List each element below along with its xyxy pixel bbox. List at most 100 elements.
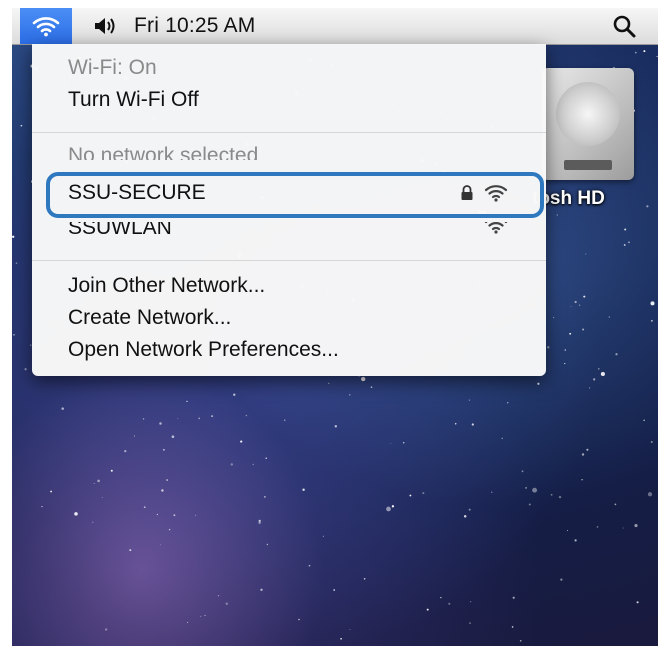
star bbox=[97, 479, 100, 483]
star bbox=[596, 526, 599, 528]
star bbox=[92, 521, 94, 523]
star bbox=[643, 419, 645, 421]
star bbox=[340, 637, 342, 640]
macintosh-hd-icon[interactable]: tosh HD bbox=[532, 68, 658, 228]
star bbox=[501, 437, 503, 439]
star bbox=[166, 479, 168, 481]
star bbox=[583, 295, 586, 298]
star bbox=[634, 524, 638, 528]
wifi-icon bbox=[32, 17, 60, 37]
star bbox=[564, 363, 566, 365]
star bbox=[13, 333, 15, 336]
star bbox=[560, 578, 563, 581]
star bbox=[142, 418, 145, 420]
star bbox=[491, 491, 493, 493]
star bbox=[519, 639, 522, 642]
star bbox=[160, 544, 161, 546]
star bbox=[586, 448, 589, 451]
star bbox=[245, 414, 248, 417]
star bbox=[252, 463, 254, 466]
star bbox=[574, 300, 577, 304]
star bbox=[265, 457, 267, 459]
star bbox=[163, 448, 165, 451]
star bbox=[24, 368, 27, 371]
star bbox=[260, 588, 263, 591]
create-network-item[interactable]: Create Network... bbox=[68, 304, 526, 332]
network-highlight-outline bbox=[46, 172, 544, 218]
star bbox=[422, 492, 425, 495]
star bbox=[615, 353, 618, 356]
star bbox=[391, 505, 395, 508]
star bbox=[600, 371, 605, 377]
star bbox=[211, 415, 214, 418]
star bbox=[656, 55, 658, 58]
star bbox=[168, 528, 171, 531]
star bbox=[104, 628, 108, 631]
star bbox=[512, 596, 515, 599]
star bbox=[349, 394, 351, 396]
turn-wifi-off-item[interactable]: Turn Wi-Fi Off bbox=[68, 86, 526, 114]
wifi-menu-button[interactable] bbox=[20, 8, 72, 44]
star bbox=[124, 449, 127, 453]
star bbox=[370, 386, 373, 388]
star bbox=[552, 316, 555, 319]
star bbox=[186, 400, 188, 402]
spotlight-button[interactable] bbox=[610, 12, 638, 40]
star bbox=[161, 489, 164, 492]
star bbox=[570, 306, 572, 308]
star bbox=[564, 349, 567, 351]
star bbox=[558, 495, 562, 499]
star bbox=[302, 488, 305, 492]
menu-bar: Fri 10:25 AM bbox=[12, 8, 658, 45]
star bbox=[622, 527, 624, 529]
star bbox=[15, 262, 18, 264]
star bbox=[528, 503, 531, 506]
network-item-ssuwlan[interactable]: SSUWLAN bbox=[68, 222, 526, 240]
star bbox=[361, 376, 366, 382]
star bbox=[468, 399, 471, 401]
star bbox=[198, 417, 201, 420]
star bbox=[386, 506, 391, 512]
star bbox=[647, 492, 653, 497]
hard-drive-icon bbox=[542, 68, 634, 180]
join-other-network-item[interactable]: Join Other Network... bbox=[68, 272, 526, 300]
star bbox=[463, 515, 467, 518]
network-status-icons bbox=[484, 222, 508, 234]
star bbox=[614, 503, 617, 506]
volume-button[interactable] bbox=[84, 8, 128, 44]
star bbox=[195, 514, 197, 516]
star bbox=[470, 601, 472, 603]
star bbox=[333, 589, 336, 591]
star bbox=[50, 490, 52, 493]
star bbox=[204, 614, 206, 616]
star bbox=[159, 422, 162, 425]
drive-platter bbox=[556, 82, 620, 146]
search-icon bbox=[613, 15, 636, 38]
star bbox=[581, 478, 583, 481]
star bbox=[20, 124, 23, 127]
star bbox=[634, 51, 637, 54]
star bbox=[110, 469, 113, 472]
star bbox=[507, 402, 509, 404]
star bbox=[579, 304, 581, 306]
open-network-preferences-item[interactable]: Open Network Preferences... bbox=[68, 336, 526, 364]
star bbox=[61, 407, 64, 410]
star bbox=[448, 602, 451, 605]
star bbox=[233, 393, 236, 396]
star bbox=[409, 494, 412, 497]
wifi-signal-icon bbox=[484, 222, 508, 234]
star bbox=[643, 50, 646, 53]
star bbox=[525, 486, 528, 489]
star bbox=[624, 228, 627, 231]
star bbox=[650, 319, 653, 322]
network-name: SSUWLAN bbox=[68, 222, 172, 239]
menubar-clock[interactable]: Fri 10:25 AM bbox=[134, 14, 255, 38]
star bbox=[426, 608, 429, 611]
star bbox=[390, 442, 392, 444]
star bbox=[537, 382, 540, 385]
star bbox=[581, 453, 585, 456]
star bbox=[440, 597, 442, 599]
star bbox=[468, 508, 471, 511]
star bbox=[593, 378, 596, 381]
star bbox=[469, 622, 471, 624]
